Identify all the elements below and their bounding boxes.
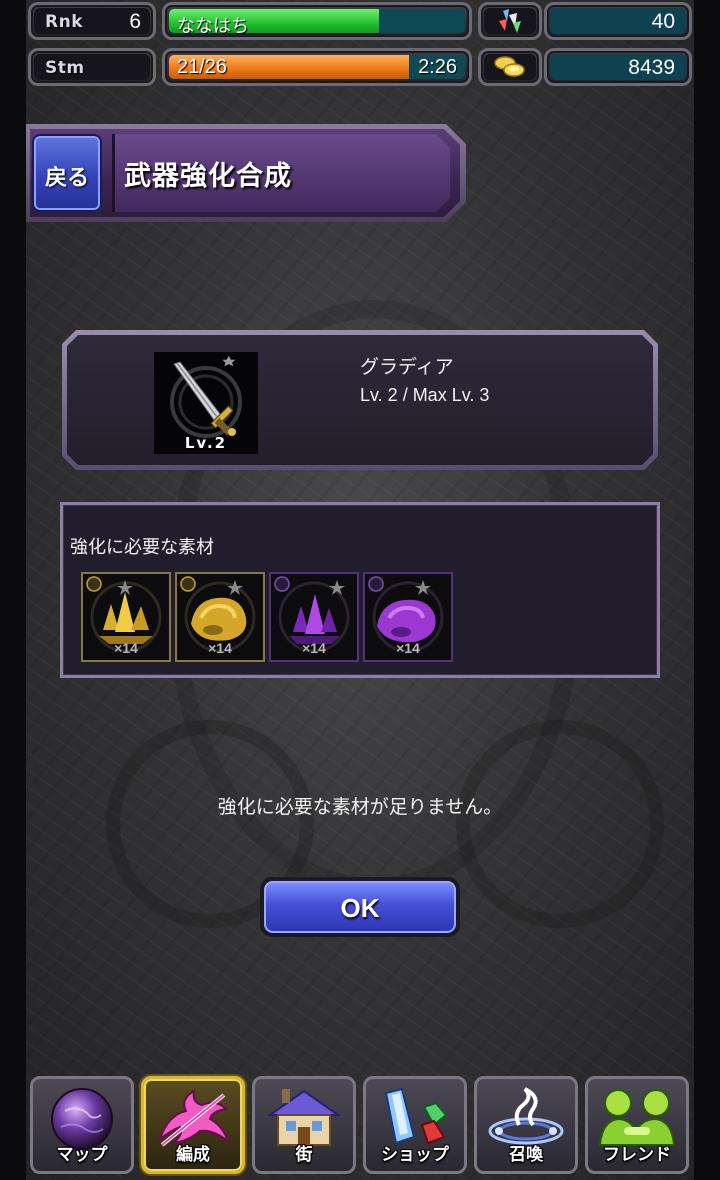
materials-label: 強化に必要な素材 [70, 537, 214, 558]
weapon-level: Lv. 2 / Max Lv. 3 [360, 385, 490, 405]
material-quantity: ×14 [114, 640, 138, 656]
player-name: ななはち [177, 16, 249, 36]
nav-friends-label: フレンド [603, 1145, 671, 1165]
gold-icon-panel [478, 48, 542, 86]
nav-map-button[interactable]: マップ [30, 1076, 134, 1174]
stamina-panel: Stm [28, 48, 156, 86]
nav-town-button[interactable]: 街 [252, 1076, 356, 1174]
back-button[interactable]: 戻る [32, 134, 102, 212]
back-button-label: 戻る [44, 166, 89, 191]
weapon-name: グラディア [360, 356, 454, 378]
nav-party-label: 編成 [176, 1145, 210, 1165]
ok-button[interactable]: OK [260, 877, 460, 937]
rank-value: 6 [129, 10, 141, 33]
page-header: 戻る 武器強化合成 [26, 124, 470, 222]
material-item[interactable]: ×14 [175, 572, 265, 662]
material-item[interactable]: ×14 [81, 572, 171, 662]
nav-town-label: 街 [295, 1145, 313, 1165]
stamina-bar: 21/26 2:26 [162, 48, 472, 86]
gem-count-panel: 40 [544, 2, 692, 40]
nav-map-label: マップ [56, 1145, 108, 1165]
gem-icon [499, 9, 521, 33]
insufficient-materials-message: 強化に必要な素材が足りません。 [217, 796, 503, 818]
nav-summon-label: 召喚 [509, 1145, 543, 1165]
nav-shop-button[interactable]: ショップ [363, 1076, 467, 1174]
nav-friends-button[interactable]: フレンド [585, 1076, 689, 1174]
nav-summon-button[interactable]: 召喚 [474, 1076, 578, 1174]
gold-coin-icon [494, 56, 525, 77]
ok-button-label: OK [340, 893, 380, 923]
gold-count: 8439 [628, 56, 675, 79]
page-title: 武器強化合成 [124, 161, 292, 192]
weapon-icon[interactable]: Lv.2 [154, 352, 258, 454]
exp-bar: ななはち [162, 2, 472, 40]
gem-count: 40 [651, 10, 675, 33]
gem-icon-panel [478, 2, 542, 40]
background-emblem-right [456, 720, 664, 928]
stamina-timer: 2:26 [418, 56, 457, 78]
stamina-value: 21/26 [177, 56, 228, 78]
gold-count-panel: 8439 [544, 48, 692, 86]
weapon-level-badge: Lv.2 [184, 434, 228, 452]
nav-party-button[interactable]: 編成 [141, 1076, 245, 1174]
nav-shop-label: ショップ [381, 1145, 449, 1165]
material-quantity: ×14 [396, 640, 420, 656]
material-item[interactable]: ×14 [269, 572, 359, 662]
stamina-tag: Stm [45, 58, 85, 78]
material-quantity: ×14 [208, 640, 232, 656]
rank-panel: Rnk 6 [28, 2, 156, 40]
rank-tag: Rnk [45, 12, 83, 32]
material-item[interactable]: ×14 [363, 572, 453, 662]
material-quantity: ×14 [302, 640, 326, 656]
